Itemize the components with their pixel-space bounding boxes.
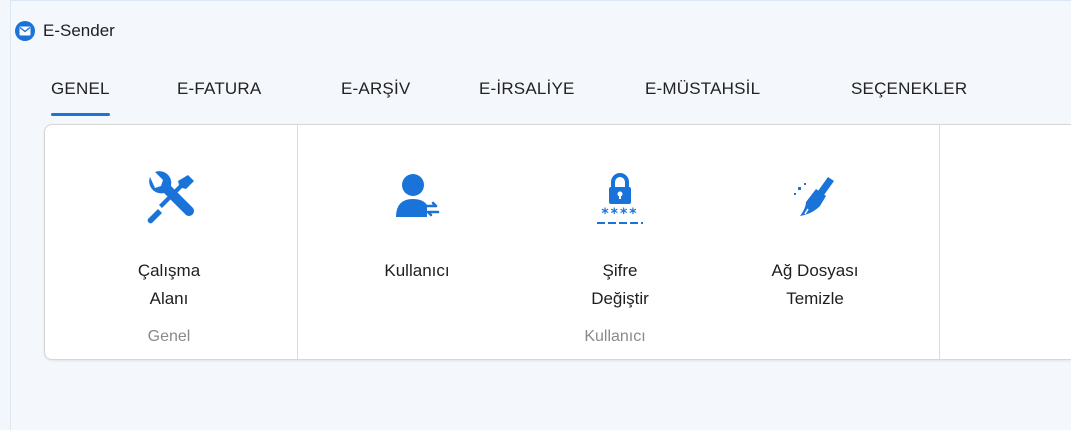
user-switch-icon xyxy=(382,163,452,233)
lock-password-icon: **** xyxy=(585,163,655,233)
tab-e-irsaliye[interactable]: E-İRSALİYE xyxy=(479,79,575,99)
tab-secenekler[interactable]: SEÇENEKLER xyxy=(851,79,967,99)
cmd-label: Çalışma Alanı xyxy=(137,261,201,308)
tab-e-fatura[interactable]: E-FATURA xyxy=(177,79,261,99)
cmd-label: Şifre Değiştir xyxy=(591,261,649,308)
group-label-kullanici: Kullanıcı xyxy=(584,328,646,345)
kullanici-button[interactable]: Kullanıcı xyxy=(347,125,487,285)
mail-icon xyxy=(15,21,35,41)
tab-genel[interactable]: GENEL xyxy=(51,79,110,116)
tab-e-mustahsil[interactable]: E-MÜSTAHSİL xyxy=(645,79,760,99)
calisma-alani-button[interactable]: Çalışma Alanı xyxy=(99,125,239,313)
title-bar: E-Sender xyxy=(11,11,115,51)
app-title: E-Sender xyxy=(43,21,115,40)
ag-dosyasi-temizle-button[interactable]: Ağ Dosyası Temizle xyxy=(745,125,885,313)
cmd-label: Kullanıcı xyxy=(384,261,450,280)
tools-icon xyxy=(134,163,204,233)
group-label-genel: Genel xyxy=(147,328,191,345)
ribbon-panel: Çalışma Alanı Genel Kullanıcı **** Şifre… xyxy=(44,124,1071,360)
sifre-degistir-button[interactable]: **** Şifre Değiştir xyxy=(550,125,690,313)
group-divider xyxy=(297,125,298,359)
app-window: E-Sender GENEL E-FATURA E-ARŞİV E-İRSALİ… xyxy=(10,0,1071,430)
svg-text:****: **** xyxy=(601,206,638,222)
cmd-label: Ağ Dosyası Temizle xyxy=(771,261,859,308)
broom-icon xyxy=(780,163,850,233)
group-divider xyxy=(939,125,940,359)
tab-e-arsiv[interactable]: E-ARŞİV xyxy=(341,79,410,99)
